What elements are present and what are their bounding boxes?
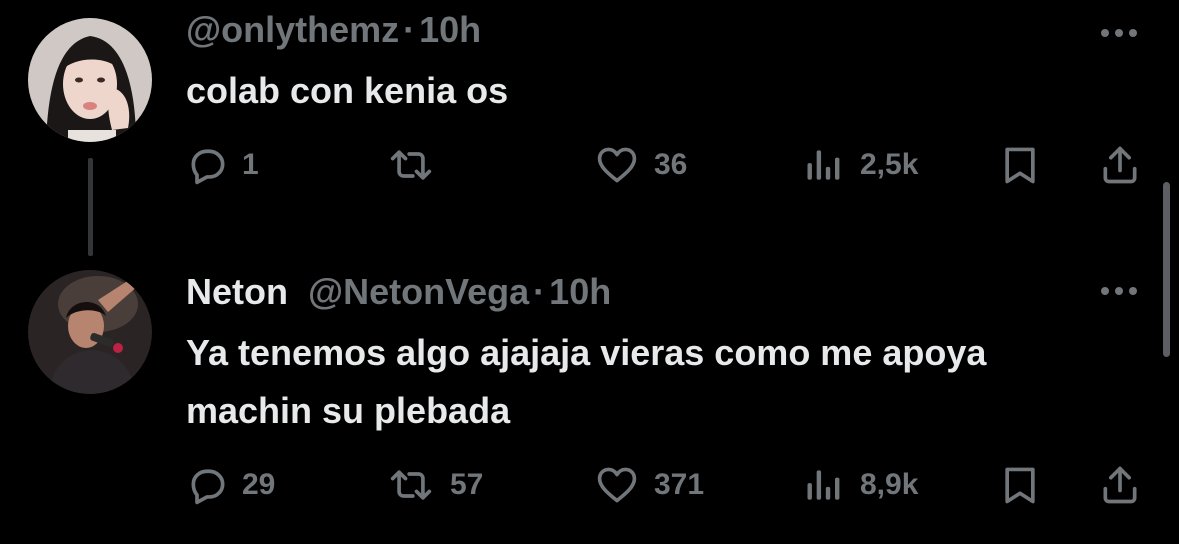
repost-button[interactable] xyxy=(386,140,450,190)
tweet-actions: 29 57 371 8,9k xyxy=(186,460,1146,510)
more-icon xyxy=(1101,287,1137,295)
repost-icon xyxy=(390,470,432,500)
views-icon xyxy=(807,150,840,180)
tweet-header: Neton @NetonVega · 10h xyxy=(186,270,611,314)
reply-icon xyxy=(191,469,225,505)
tweet-2[interactable]: Neton @NetonVega · 10h Ya tenemos algo aja… xyxy=(0,256,1179,544)
user-handle[interactable]: @NetonVega xyxy=(308,271,529,312)
views-icon xyxy=(807,470,840,500)
thread-connector-line xyxy=(88,158,93,256)
views-count: 8,9k xyxy=(860,468,919,501)
user-handle[interactable]: @onlythemz xyxy=(186,9,399,50)
tweet-text: Ya tenemos algo ajajaja vieras como me a… xyxy=(186,332,987,431)
heart-icon xyxy=(597,467,637,503)
timestamp[interactable]: 10h xyxy=(549,271,611,312)
timestamp[interactable]: 10h xyxy=(419,9,481,50)
reply-icon xyxy=(191,149,225,185)
more-options-button[interactable] xyxy=(1099,26,1139,38)
bookmark-icon xyxy=(1005,147,1035,184)
like-button[interactable]: 371 xyxy=(594,460,704,510)
separator-dot: · xyxy=(533,271,546,312)
bookmark-icon xyxy=(1005,467,1035,504)
repost-count: 57 xyxy=(450,468,484,501)
share-button[interactable] xyxy=(1098,460,1142,510)
heart-icon xyxy=(597,147,637,183)
bookmark-button[interactable] xyxy=(998,460,1042,510)
repost-button[interactable]: 57 xyxy=(386,460,483,510)
repost-icon xyxy=(390,150,432,180)
more-icon xyxy=(1101,29,1137,37)
reply-count: 29 xyxy=(242,468,276,501)
tweet-actions: 1 36 2,5k xyxy=(186,140,1146,190)
views-button[interactable]: 2,5k xyxy=(802,140,918,190)
tweet-text: colab con kenia os xyxy=(186,70,509,111)
separator-dot: · xyxy=(403,9,416,50)
tweet-1[interactable]: @onlythemz · 10h colab con kenia os 1 36… xyxy=(0,0,1179,256)
scrollbar[interactable] xyxy=(1163,182,1170,357)
views-count: 2,5k xyxy=(860,148,919,181)
share-icon xyxy=(1103,466,1137,504)
thread-view: @onlythemz · 10h colab con kenia os 1 36… xyxy=(0,0,1179,544)
tweet-header: @onlythemz · 10h xyxy=(186,8,481,52)
reply-button[interactable]: 1 xyxy=(186,140,259,190)
like-count: 371 xyxy=(654,468,705,501)
avatar[interactable] xyxy=(28,18,152,142)
share-button[interactable] xyxy=(1098,140,1142,190)
reply-button[interactable]: 29 xyxy=(186,460,275,510)
bookmark-button[interactable] xyxy=(998,140,1042,190)
author-name[interactable]: Neton xyxy=(186,271,288,312)
reply-count: 1 xyxy=(242,148,259,181)
views-button[interactable]: 8,9k xyxy=(802,460,918,510)
more-options-button[interactable] xyxy=(1099,284,1139,296)
like-count: 36 xyxy=(654,148,688,181)
share-icon xyxy=(1103,146,1137,184)
avatar[interactable] xyxy=(28,270,152,394)
like-button[interactable]: 36 xyxy=(594,140,687,190)
